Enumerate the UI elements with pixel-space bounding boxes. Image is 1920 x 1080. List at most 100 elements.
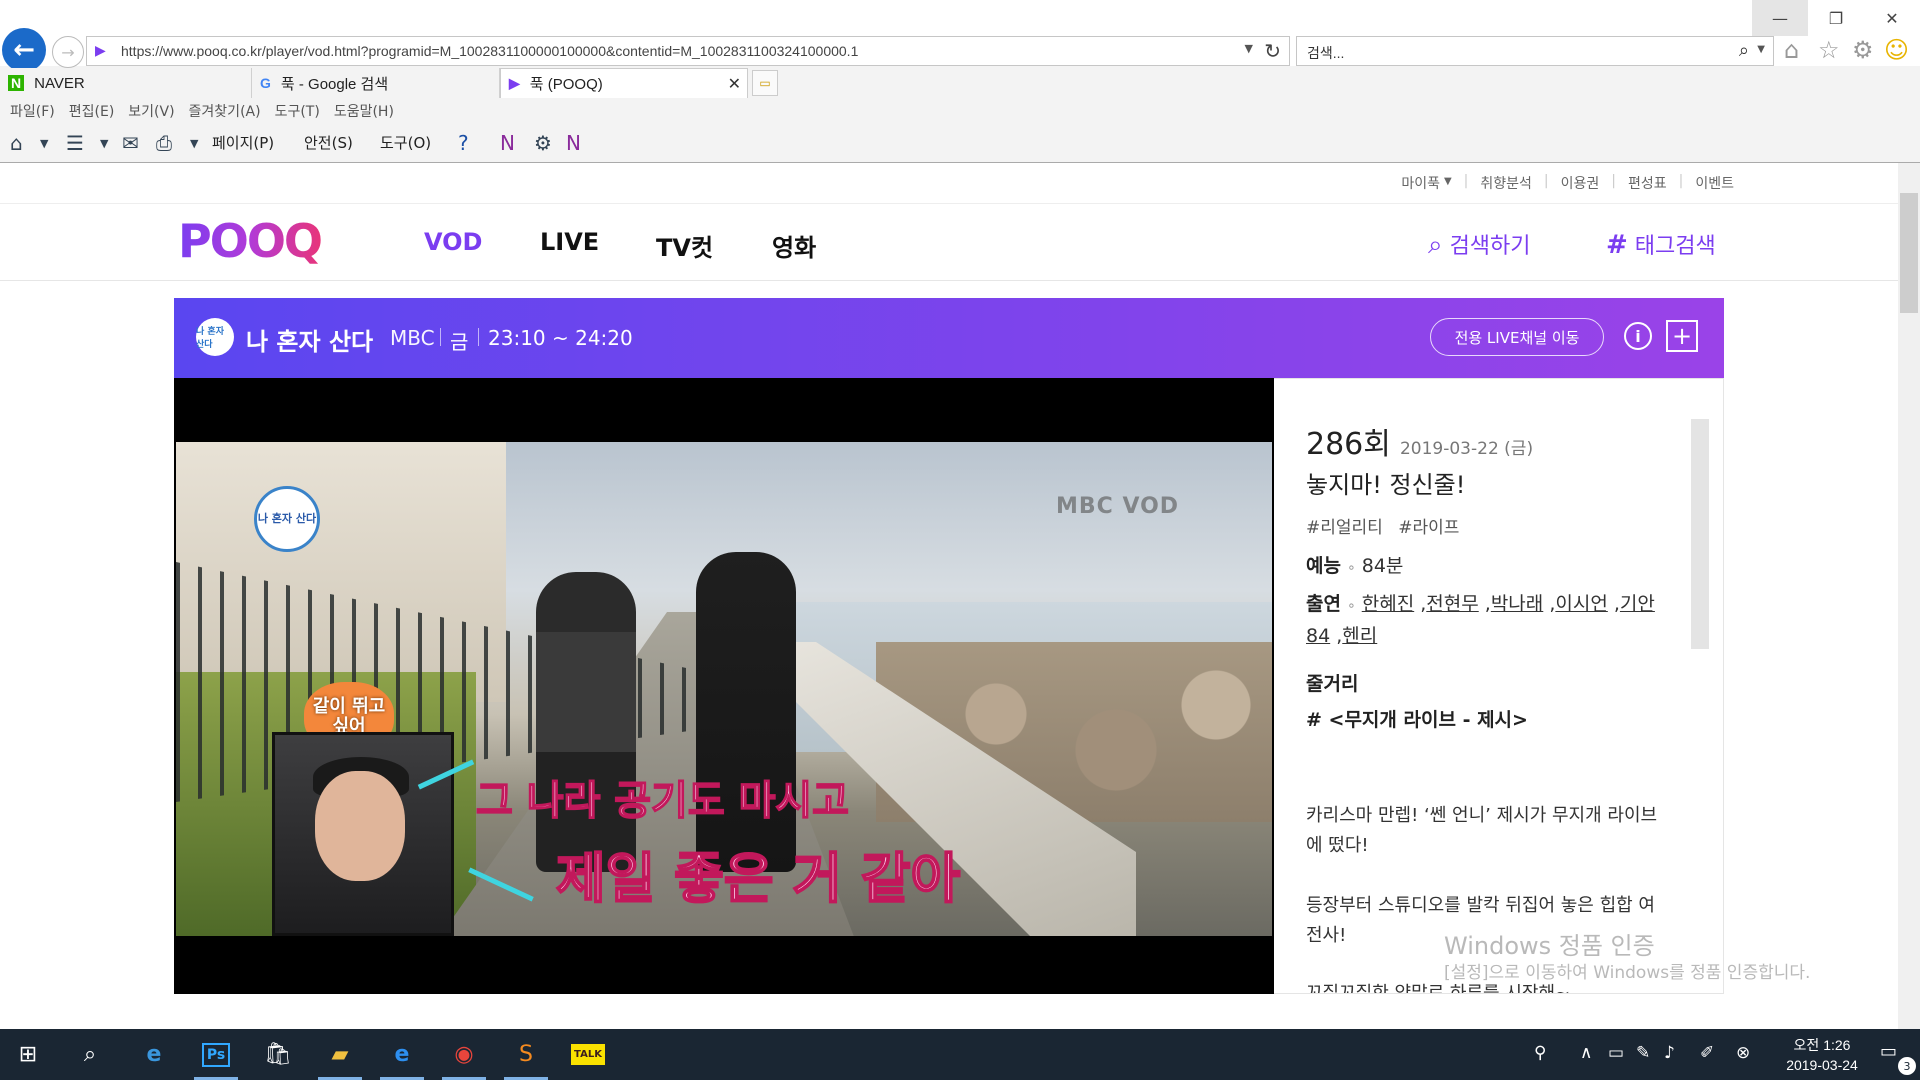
- address-bar[interactable]: ▶ https://www.pooq.co.kr/player/vod.html…: [86, 36, 1290, 66]
- browser-search-placeholder[interactable]: 검색...: [1307, 43, 1344, 63]
- person-face: [315, 771, 405, 881]
- close-tab-icon[interactable]: ✕: [728, 74, 741, 94]
- pen-icon[interactable]: ✎: [1636, 1043, 1650, 1063]
- tab-pooq[interactable]: ▶ 푹 (POOQ) ✕: [500, 68, 748, 98]
- taskbar-sublime[interactable]: S: [498, 1029, 554, 1080]
- browser-search-box[interactable]: 검색... ⌕ ▼: [1296, 36, 1774, 66]
- cast-link[interactable]: 한혜진: [1362, 593, 1414, 615]
- taskbar-internet-explorer[interactable]: e: [374, 1029, 430, 1080]
- new-tab-button[interactable]: ▭: [752, 70, 778, 96]
- tab-naver[interactable]: N NAVER: [0, 68, 252, 98]
- page-menu[interactable]: 페이지(P): [212, 132, 274, 154]
- home-icon[interactable]: ⌂: [1784, 36, 1799, 64]
- favorites-star-icon[interactable]: ☆: [1818, 36, 1840, 64]
- people-icon[interactable]: ⚲: [1534, 1043, 1546, 1063]
- dropdown-arrow-icon[interactable]: ▼: [100, 137, 108, 150]
- dropdown-arrow-icon[interactable]: ▼: [190, 137, 198, 150]
- pooq-logo[interactable]: POOQ: [178, 214, 323, 268]
- print-icon[interactable]: ⎙: [156, 131, 172, 155]
- ink-workspace-icon[interactable]: ✐: [1700, 1043, 1714, 1063]
- battery-icon[interactable]: ▭: [1608, 1043, 1624, 1063]
- search-icon[interactable]: ⌕: [1739, 40, 1749, 61]
- cast-link[interactable]: 박나래: [1491, 593, 1543, 615]
- utility-link-ticket[interactable]: 이용권: [1561, 173, 1600, 193]
- search-dropdown-icon[interactable]: ▼: [1757, 44, 1765, 55]
- episode-info-panel: 286회 2019-03-22 (금) 놓지마! 정신줄! #리얼리티 #라이프…: [1274, 378, 1724, 994]
- live-channel-button[interactable]: 전용 LIVE채널 이동: [1430, 318, 1604, 356]
- network-disconnected-icon[interactable]: ⊗: [1736, 1043, 1750, 1063]
- utility-link-mypooq[interactable]: 마이푹: [1401, 173, 1440, 193]
- page-scrollbar[interactable]: [1898, 163, 1920, 1029]
- divider: [440, 328, 441, 346]
- dropdown-arrow-icon[interactable]: ▼: [40, 137, 48, 150]
- read-mail-icon[interactable]: ✉: [122, 131, 139, 155]
- tools-menu[interactable]: 도구(O): [380, 132, 431, 154]
- cast-label: 출연: [1306, 593, 1341, 615]
- menu-view[interactable]: 보기(V): [128, 100, 174, 126]
- close-window-button[interactable]: ✕: [1864, 0, 1920, 36]
- restore-button[interactable]: ❐: [1808, 0, 1864, 36]
- nav-vod[interactable]: VOD: [424, 228, 482, 256]
- help-icon[interactable]: ?: [458, 131, 469, 155]
- minimize-button[interactable]: —: [1752, 0, 1808, 36]
- show-hidden-icons-chevron-icon[interactable]: ∧: [1580, 1043, 1592, 1063]
- forward-button[interactable]: →: [52, 36, 84, 68]
- safety-menu[interactable]: 안전(S): [304, 132, 353, 154]
- rss-feed-icon[interactable]: ☰: [66, 131, 84, 155]
- header-search-button[interactable]: ⌕ 검색하기: [1428, 228, 1531, 261]
- divider: |: [1678, 173, 1684, 189]
- search-icon: ⌕: [1428, 230, 1443, 260]
- header-tag-search-button[interactable]: # 태그검색: [1606, 228, 1716, 260]
- nav-tvcut[interactable]: TV컷: [656, 228, 713, 263]
- program-logo: 나 혼자 산다: [196, 318, 234, 356]
- onenote-linked-icon[interactable]: N: [566, 131, 581, 155]
- cast-link[interactable]: 전현무: [1426, 593, 1478, 615]
- sublime-text-icon: S: [519, 1042, 533, 1067]
- add-favorite-button[interactable]: +: [1666, 320, 1698, 352]
- home-icon[interactable]: ⌂: [10, 131, 23, 155]
- refresh-icon[interactable]: ↻: [1264, 39, 1281, 63]
- volume-icon[interactable]: ♪: [1664, 1043, 1675, 1063]
- video-frame[interactable]: MBC VOD 나 혼자 산다 같이 뛰고 싶어 그 나라 공기도 마시고 제일…: [176, 442, 1272, 936]
- address-text[interactable]: https://www.pooq.co.kr/player/vod.html?p…: [121, 43, 858, 59]
- utility-link-schedule[interactable]: 편성표: [1628, 173, 1667, 193]
- pooq-tab-icon: ▶: [509, 75, 520, 91]
- settings-gear-icon[interactable]: ⚙: [1852, 36, 1874, 64]
- taskbar-search-button[interactable]: ⌕: [62, 1029, 118, 1080]
- taskbar-store[interactable]: 🛍: [250, 1029, 306, 1080]
- panel-scrollbar[interactable]: [1691, 419, 1709, 649]
- address-dropdown-icon[interactable]: ▼: [1245, 42, 1253, 55]
- taskbar-chrome[interactable]: ◉: [436, 1029, 492, 1080]
- back-button[interactable]: ←: [2, 28, 46, 72]
- taskbar-edge[interactable]: e: [126, 1029, 182, 1080]
- cast-link[interactable]: 헨리: [1342, 625, 1377, 647]
- cast-link[interactable]: 이시언: [1555, 593, 1607, 615]
- tag-link[interactable]: #라이프: [1398, 518, 1459, 538]
- taskbar-kakaotalk[interactable]: TALK: [560, 1029, 616, 1080]
- menu-favorites[interactable]: 즐겨찾기(A): [189, 100, 261, 126]
- episode-number: 286회: [1306, 427, 1391, 462]
- nav-live[interactable]: LIVE: [540, 228, 599, 256]
- utility-link-taste[interactable]: 취향분석: [1480, 173, 1532, 193]
- chevron-down-icon[interactable]: ▼: [1444, 173, 1452, 193]
- taskbar-photoshop[interactable]: Ps: [188, 1029, 244, 1080]
- start-button[interactable]: ⊞: [0, 1029, 56, 1080]
- menu-tools[interactable]: 도구(T): [275, 100, 320, 126]
- video-player[interactable]: MBC VOD 나 혼자 산다 같이 뛰고 싶어 그 나라 공기도 마시고 제일…: [174, 378, 1274, 994]
- tab-google-search[interactable]: G 푹 - Google 검색: [252, 68, 500, 98]
- program-time: 23:10 ~ 24:20: [488, 326, 633, 350]
- header-search-label: 검색하기: [1449, 234, 1531, 259]
- utility-link-event[interactable]: 이벤트: [1695, 173, 1734, 193]
- system-clock[interactable]: 오전 1:26 2019-03-24: [1782, 1035, 1862, 1075]
- smiley-feedback-icon[interactable]: ☺: [1884, 36, 1909, 64]
- page-scrollbar-thumb[interactable]: [1900, 193, 1918, 313]
- menu-help[interactable]: 도움말(H): [334, 100, 394, 126]
- menu-file[interactable]: 파일(F): [10, 100, 55, 126]
- menu-edit[interactable]: 편집(E): [69, 100, 115, 126]
- taskbar-file-explorer[interactable]: ▰: [312, 1029, 368, 1080]
- info-button[interactable]: i: [1624, 322, 1652, 350]
- settings-gear-icon[interactable]: ⚙: [534, 131, 552, 155]
- tag-link[interactable]: #리얼리티: [1306, 518, 1383, 538]
- onenote-icon[interactable]: N: [500, 131, 515, 155]
- nav-movie[interactable]: 영화: [772, 228, 816, 263]
